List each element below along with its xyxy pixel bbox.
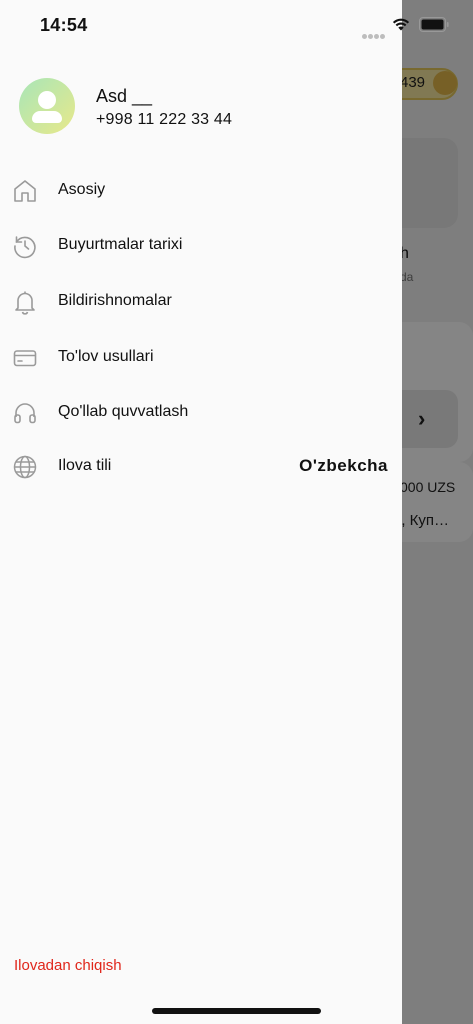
headphones-icon bbox=[14, 403, 36, 424]
avatar-body bbox=[32, 111, 62, 123]
selected-language: O'zbekcha bbox=[299, 456, 388, 475]
menu-label-home: Asosiy bbox=[58, 181, 106, 198]
globe-icon bbox=[13, 455, 37, 479]
user-phone: +998 11 222 33 44 bbox=[96, 111, 233, 128]
status-time: 14:54 bbox=[40, 15, 88, 35]
menu-label-order-history: Buyurtmalar tarixi bbox=[58, 236, 183, 253]
menu-item-notifications[interactable]: Bildirishnomalar bbox=[0, 277, 402, 327]
menu-item-app-language[interactable]: Ilova tili O'zbekcha bbox=[0, 442, 402, 492]
home-indicator[interactable] bbox=[152, 1008, 321, 1014]
menu-label-support: Qo'llab quvvatlash bbox=[58, 403, 189, 420]
home-icon bbox=[14, 180, 36, 202]
menu-item-order-history[interactable]: Buyurtmalar tarixi bbox=[0, 221, 402, 271]
menu-item-support[interactable]: Qo'llab quvvatlash bbox=[0, 388, 402, 438]
logout-button[interactable]: Ilovadan chiqish bbox=[14, 957, 122, 974]
avatar[interactable] bbox=[19, 78, 75, 134]
wifi-icon bbox=[392, 18, 410, 31]
menu-item-payment-methods[interactable]: To'lov usullari bbox=[0, 333, 402, 383]
navigation-drawer: 14:54 Asd __ +998 11 222 33 44 Asosiy Bu… bbox=[0, 0, 449, 1024]
bell-icon bbox=[15, 291, 35, 315]
menu-label-app-language: Ilova tili bbox=[58, 457, 112, 474]
credit-card-icon bbox=[13, 350, 37, 367]
menu-label-payment-methods: To'lov usullari bbox=[58, 348, 154, 365]
menu-item-home[interactable]: Asosiy bbox=[0, 166, 402, 216]
battery-icon bbox=[419, 17, 449, 32]
avatar-head bbox=[38, 91, 56, 109]
user-name: Asd __ bbox=[96, 86, 153, 106]
menu-label-notifications: Bildirishnomalar bbox=[58, 292, 172, 309]
history-icon bbox=[14, 236, 36, 259]
signal-dots-icon bbox=[362, 26, 386, 39]
